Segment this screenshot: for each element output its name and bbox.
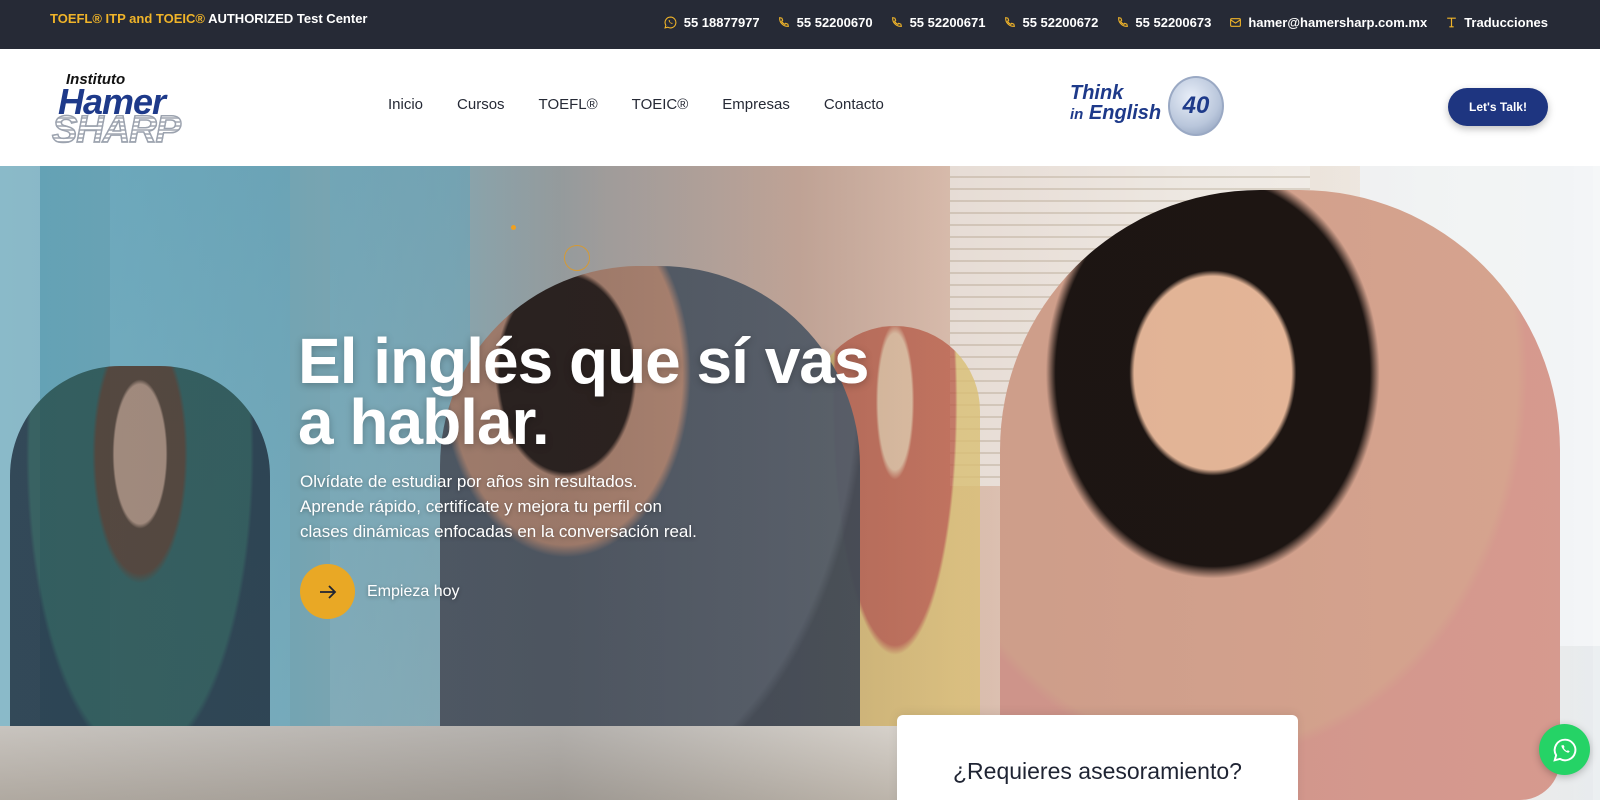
nav-contacto[interactable]: Contacto — [824, 96, 884, 113]
hero-overlay — [0, 166, 1600, 800]
whatsapp-icon — [1552, 738, 1576, 762]
whatsapp-float-button[interactable] — [1539, 724, 1590, 775]
cert-rest: AUTHORIZED Test Center — [208, 11, 368, 26]
top-bar: TOEFL® ITP and TOEIC® AUTHORIZED Test Ce… — [0, 0, 1600, 49]
contact-phone-1[interactable]: 55 52200670 — [777, 15, 873, 30]
main-header: Instituto Hamer SHARP Inicio Cursos TOEF… — [0, 49, 1600, 166]
contact-email[interactable]: hamer@hamersharp.com.mx — [1228, 15, 1427, 30]
main-nav: Inicio Cursos TOEFL® TOEIC® Empresas Con… — [388, 96, 918, 113]
nav-cursos[interactable]: Cursos — [457, 96, 505, 113]
hero-headline: El inglés que sí vas a hablar. — [298, 325, 869, 458]
contact-whatsapp[interactable]: 55 18877977 — [664, 15, 760, 30]
site-logo[interactable]: Instituto Hamer SHARP — [51, 71, 202, 152]
logo-line-3: SHARP — [51, 108, 182, 152]
whatsapp-icon — [664, 16, 678, 30]
test-center-notice: TOEFL® ITP and TOEIC® AUTHORIZED Test Ce… — [50, 11, 367, 26]
decorative-dot — [511, 225, 516, 230]
page-scrollbar[interactable] — [1593, 166, 1600, 800]
translate-icon — [1444, 16, 1458, 30]
cta-circle-button[interactable] — [300, 564, 355, 619]
anniversary-badge: 40 — [1168, 76, 1224, 136]
contact-phone-3[interactable]: 55 52200672 — [1002, 15, 1098, 30]
nav-toeic[interactable]: TOEIC® — [632, 96, 689, 113]
hero-subtitle: Olvídate de estudiar por años sin result… — [300, 472, 697, 541]
contact-translations[interactable]: Traducciones — [1444, 15, 1548, 30]
contact-phone-4[interactable]: 55 52200673 — [1115, 15, 1211, 30]
cta-label[interactable]: Empieza hoy — [367, 583, 460, 601]
phone-icon — [890, 16, 904, 30]
mail-icon — [1228, 16, 1242, 30]
hero-section: El inglés que sí vas a hablar. Olvídate … — [0, 166, 1600, 800]
arrow-right-icon — [319, 584, 336, 599]
think-in-english-logo: Think in English — [1070, 82, 1162, 124]
nav-toefl[interactable]: TOEFL® — [539, 96, 598, 113]
phone-icon — [1115, 16, 1129, 30]
advice-card: ¿Requieres asesoramiento? — [897, 715, 1298, 800]
start-today-cta[interactable]: Empieza hoy — [300, 564, 460, 619]
nav-inicio[interactable]: Inicio — [388, 96, 423, 113]
lets-talk-button[interactable]: Let's Talk! — [1448, 88, 1548, 126]
advice-card-title: ¿Requieres asesoramiento? — [953, 758, 1242, 784]
contact-phone-2[interactable]: 55 52200671 — [890, 15, 985, 30]
phone-icon — [777, 16, 791, 30]
phone-icon — [1002, 16, 1016, 30]
cert-highlight: TOEFL® ITP and TOEIC® — [50, 11, 205, 26]
nav-empresas[interactable]: Empresas — [722, 96, 790, 113]
decorative-ring — [564, 245, 590, 271]
contact-list: 55 18877977 55 52200670 55 52200671 55 5… — [647, 15, 1548, 30]
